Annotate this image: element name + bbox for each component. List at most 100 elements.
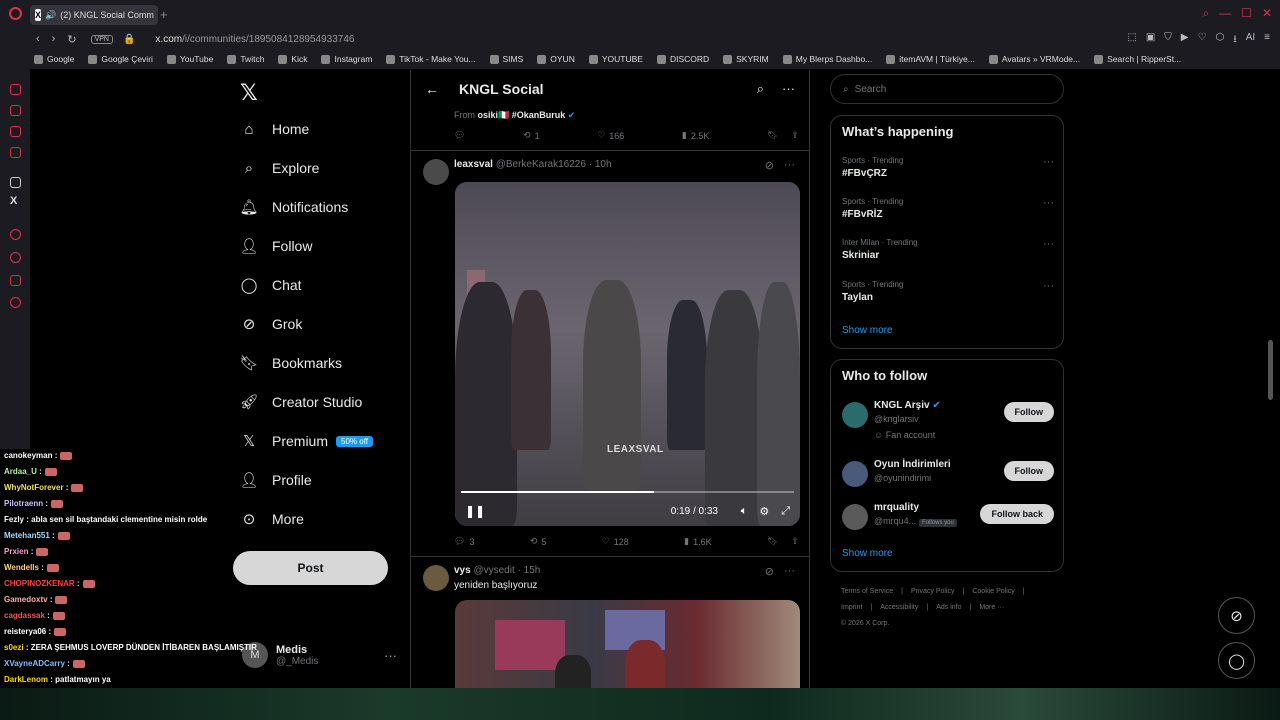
bookmark-item[interactable]: itemAVM | Türkiye... [886, 54, 975, 64]
nav-follow[interactable]: 👤︎ Follow [239, 237, 312, 255]
more-icon[interactable]: ··· [782, 81, 795, 97]
tweet-author-handle[interactable]: @BerkeKarak16226 [496, 159, 586, 170]
sidebar-settings-icon[interactable] [10, 297, 21, 308]
like-button[interactable]: ♡ 128 [602, 536, 629, 547]
follow-button[interactable]: Follow [1003, 461, 1054, 481]
fullscreen-icon[interactable]: ⤢ [781, 505, 790, 518]
grok-icon[interactable]: ⊘ [765, 159, 774, 172]
sidebar-app-icon[interactable] [10, 229, 21, 240]
follow-suggestion[interactable]: Oyun İndirimleri @oyunindirimi Follow [842, 459, 1054, 495]
bookmark-item[interactable]: Kick [278, 54, 307, 64]
trend-item[interactable]: Inter Milan · Trending Skriniar ··· [842, 238, 1054, 261]
tweet-author-name[interactable]: leaxsval [454, 159, 493, 170]
search-tabs-icon[interactable]: ⌕ [1202, 6, 1209, 21]
retweet-button[interactable]: ⟲ 1 [523, 130, 540, 141]
bookmark-item[interactable]: YOUTUBE [588, 54, 643, 64]
bookmark-icon[interactable]: 🔖︎ [767, 536, 778, 547]
account-more-icon[interactable]: ··· [384, 648, 397, 663]
grok-icon[interactable]: ⊘ [765, 565, 774, 578]
bookmark-item[interactable]: Google [34, 54, 74, 64]
more-icon[interactable]: ··· [1043, 156, 1054, 168]
footer-link[interactable]: Cookie Policy [972, 588, 1014, 595]
avatar[interactable] [423, 159, 449, 185]
share-icon[interactable]: ⇪ [791, 130, 799, 141]
footer-link[interactable]: Privacy Policy [911, 588, 955, 595]
nav-home[interactable]: ⌂ Home [240, 120, 309, 138]
show-more-link[interactable]: Show more [842, 548, 893, 559]
search-icon[interactable]: ⌕ [757, 81, 764, 97]
reload-button[interactable]: ↻ [67, 33, 76, 46]
tweet-author-handle[interactable]: @vysedit [473, 565, 514, 576]
bookmark-item[interactable]: Search | RipperSt... [1094, 54, 1181, 64]
footer-link[interactable]: More ··· [979, 604, 1004, 611]
follow-suggestion[interactable]: KNGL Arşiv ✔ @knglarsiv ☺ Fan account Fo… [842, 400, 1054, 440]
browser-tab-active[interactable]: X 🔊 (2) KNGL Social Comm [30, 5, 158, 25]
nav-explore[interactable]: ⌕ Explore [240, 159, 320, 177]
views-button[interactable]: ▮ 1.6K [684, 536, 711, 547]
follow-suggestion[interactable]: mrquality @mrqu4... Follows you Follow ba… [842, 502, 1054, 538]
tweet-author-name[interactable]: vys [454, 565, 471, 576]
sidebar-app-icon[interactable] [10, 177, 21, 188]
nav-notifications[interactable]: 🔔︎ Notifications [239, 198, 348, 216]
video-progress-bar[interactable] [461, 491, 794, 493]
video-player[interactable]: LEAXSVAL ❚❚ 0:19 / 0:33 🔈︎ ⚙︎ ⤢ [455, 182, 800, 526]
search-input[interactable]: ⌕ Search [830, 74, 1064, 104]
download-icon[interactable]: ⭳ [1233, 32, 1237, 49]
avatar[interactable] [423, 565, 449, 591]
messages-fab-icon[interactable]: ◯ [1218, 642, 1255, 679]
shield-icon[interactable]: ⛉ [1164, 32, 1172, 49]
opera-logo-icon[interactable] [9, 7, 22, 20]
back-nav-button[interactable]: ‹ [36, 33, 40, 46]
ai-icon[interactable]: AI [1246, 32, 1255, 49]
grok-fab-icon[interactable]: ⊘ [1218, 597, 1255, 634]
from-user-link[interactable]: osiki🇮🇹 #OkanBuruk [478, 110, 566, 120]
sidebar-app-icon[interactable] [10, 105, 21, 116]
settings-icon[interactable]: ⚙︎ [759, 505, 769, 518]
share-icon[interactable]: ⇪ [791, 536, 799, 547]
follow-back-button[interactable]: Follow back [980, 504, 1054, 524]
nav-chat[interactable]: ◯ Chat [240, 276, 302, 294]
sidebar-app-icon[interactable] [10, 275, 21, 286]
back-arrow-icon[interactable]: ← [425, 81, 439, 97]
more-icon[interactable]: ··· [784, 159, 795, 172]
trend-item[interactable]: Sports · Trending #FBvÇRZ ··· [842, 156, 1054, 179]
nav-grok[interactable]: ⊘ Grok [240, 315, 303, 333]
bookmark-item[interactable]: YouTube [166, 54, 213, 64]
views-button[interactable]: ▮ 2.5K [682, 130, 709, 141]
new-tab-button[interactable]: + [160, 7, 168, 22]
bookmark-item[interactable]: DISCORD [656, 54, 709, 64]
trend-item[interactable]: Sports · Trending #FBvRİZ ··· [842, 197, 1054, 220]
follow-button[interactable]: Follow [1003, 402, 1054, 422]
nav-creator-studio[interactable]: 🚀︎ Creator Studio [239, 393, 362, 411]
footer-link[interactable]: Accessibility [880, 604, 918, 611]
url-field[interactable]: x.com/i/communities/1895084128954933746 [155, 34, 354, 45]
sidebar-app-icon[interactable] [10, 147, 21, 158]
bookmark-icon[interactable]: 🔖︎ [767, 130, 778, 141]
retweet-button[interactable]: ⟲ 5 [530, 536, 547, 547]
sidebar-history-icon[interactable] [10, 252, 21, 263]
pause-button[interactable]: ❚❚ [465, 504, 485, 518]
trend-item[interactable]: Sports · Trending Taylan ··· [842, 280, 1054, 303]
nav-bookmarks[interactable]: 🔖︎ Bookmarks [239, 354, 342, 372]
bookmark-item[interactable]: Twitch [227, 54, 264, 64]
tweet-image[interactable] [455, 600, 800, 688]
snapshot-icon[interactable]: ▣ [1146, 32, 1155, 49]
bookmark-item[interactable]: TikTok - Make You... [386, 54, 476, 64]
bookmark-item[interactable]: Instagram [321, 54, 372, 64]
bookmark-item[interactable]: Google Çeviri [88, 54, 153, 64]
reply-button[interactable]: 💬︎ [454, 130, 465, 141]
like-button[interactable]: ♡ 166 [597, 130, 624, 141]
play-icon[interactable]: ▶ [1181, 32, 1189, 49]
more-icon[interactable]: ··· [1043, 280, 1054, 292]
reply-button[interactable]: 💬︎ 3 [454, 536, 474, 547]
more-icon[interactable]: ··· [1043, 238, 1054, 250]
scrollbar[interactable] [1268, 340, 1273, 400]
show-more-link[interactable]: Show more [842, 325, 893, 336]
tweet-time[interactable]: · 10h [589, 159, 612, 170]
menu-icon[interactable]: ≡ [1264, 32, 1270, 49]
close-window-button[interactable]: ✕ [1262, 6, 1272, 21]
volume-icon[interactable]: 🔈︎ [741, 505, 748, 518]
sidebar-app-icon[interactable] [10, 84, 21, 95]
x-logo-icon[interactable]: 𝕏 [240, 80, 258, 106]
sidebar-x-icon[interactable]: X [10, 195, 17, 207]
